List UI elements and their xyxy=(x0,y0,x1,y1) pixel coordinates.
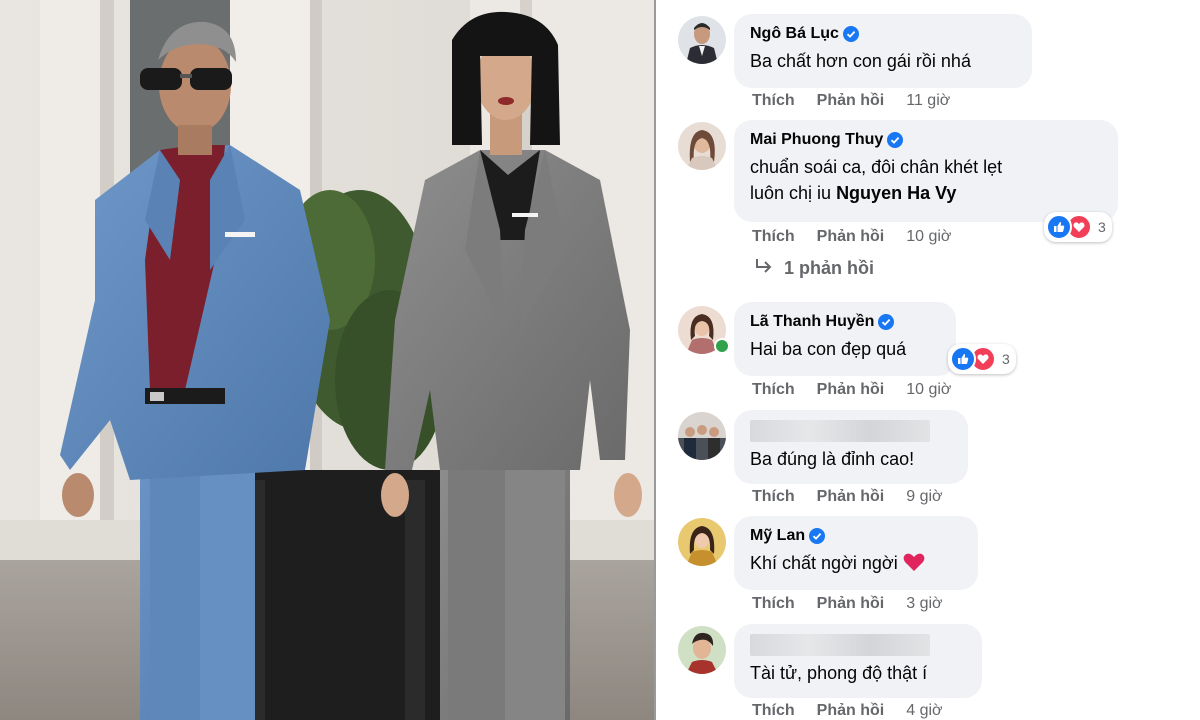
comment-text: Ba chất hơn con gái rồi nhá xyxy=(750,51,971,71)
comment-bubble: Mai Phuong Thuy chuẩn soái ca, đôi chân … xyxy=(734,120,1118,222)
commenter-name[interactable]: Mai Phuong Thuy xyxy=(750,130,883,150)
comment-text: Hai ba con đẹp quá xyxy=(750,339,907,359)
view-replies-button[interactable]: 1 phản hồi xyxy=(754,258,874,279)
reply-button[interactable]: Phản hồi xyxy=(817,702,885,720)
comment-text-part: Khí chất ngời ngời xyxy=(750,553,903,573)
comment-text: chuẩn soái ca, đôi chân khét lẹt luôn ch… xyxy=(750,154,1102,206)
comment-time[interactable]: 4 giờ xyxy=(906,702,942,720)
reply-arrow-icon xyxy=(754,258,774,279)
comment-text: Tài tử, phong độ thật í xyxy=(750,663,928,683)
comment-actions: Thích Phản hồi 10 giờ xyxy=(752,228,951,246)
reply-button[interactable]: Phản hồi xyxy=(817,381,885,399)
like-button[interactable]: Thích xyxy=(752,595,795,613)
comment-bubble: Mỹ Lan Khí chất ngời ngời xyxy=(734,516,978,590)
avatar[interactable] xyxy=(678,412,726,460)
comment-time[interactable]: 3 giờ xyxy=(906,595,942,613)
avatar[interactable] xyxy=(678,518,726,566)
reaction-summary[interactable]: 3 xyxy=(1044,212,1112,242)
like-button[interactable]: Thích xyxy=(752,228,795,246)
comment-bubble: Ngô Bá Lục Ba chất hơn con gái rồi nhá xyxy=(734,14,1032,88)
comment-actions: Thích Phản hồi 3 giờ xyxy=(752,595,943,613)
heart-emoji-icon xyxy=(903,553,925,573)
comment-time[interactable]: 10 giờ xyxy=(906,381,951,399)
comment-text-part: luôn chị iu xyxy=(750,183,837,203)
fashion-photo xyxy=(0,0,654,720)
online-status-indicator xyxy=(714,338,730,354)
comment-text-line: chuẩn soái ca, đôi chân khét lẹt xyxy=(750,157,1003,177)
comment-text: Ba đúng là đỉnh cao! xyxy=(750,449,915,469)
like-button[interactable]: Thích xyxy=(752,381,795,399)
comment-actions: Thích Phản hồi 9 giờ xyxy=(752,488,943,506)
reaction-count: 3 xyxy=(1002,351,1010,367)
reply-button[interactable]: Phản hồi xyxy=(817,92,885,110)
comment-actions: Thích Phản hồi 10 giờ xyxy=(752,381,951,399)
commenter-name[interactable]: Ngô Bá Lục xyxy=(750,24,839,44)
comment-time[interactable]: 11 giờ xyxy=(906,92,950,110)
like-button[interactable]: Thích xyxy=(752,702,795,720)
like-reaction-icon xyxy=(1046,214,1072,240)
avatar[interactable] xyxy=(678,122,726,170)
reaction-summary[interactable]: 3 xyxy=(948,344,1016,374)
avatar[interactable] xyxy=(678,16,726,64)
reply-button[interactable]: Phản hồi xyxy=(817,595,885,613)
comment-feed: Ngô Bá Lục Ba chất hơn con gái rồi nhá T… xyxy=(656,0,1200,720)
reply-button[interactable]: Phản hồi xyxy=(817,228,885,246)
comment-bubble: Lã Thanh Huyền Hai ba con đẹp quá xyxy=(734,302,956,376)
reply-button[interactable]: Phản hồi xyxy=(817,488,885,506)
verified-badge-icon xyxy=(842,26,859,42)
replies-count: 1 phản hồi xyxy=(784,258,874,278)
like-button[interactable]: Thích xyxy=(752,488,795,506)
commenter-name[interactable]: Lã Thanh Huyền xyxy=(750,312,874,332)
blurred-commenter-name xyxy=(750,420,930,442)
verified-badge-icon xyxy=(887,132,904,148)
avatar[interactable] xyxy=(678,626,726,674)
comment-bubble: Tài tử, phong độ thật í xyxy=(734,624,982,698)
verified-badge-icon xyxy=(878,314,895,330)
reaction-count: 3 xyxy=(1098,219,1106,235)
comment-text-line: luôn chị iu Nguyen Ha Vy xyxy=(750,180,1102,206)
comment-time[interactable]: 10 giờ xyxy=(906,228,951,246)
verified-badge-icon xyxy=(809,528,826,544)
comment-bubble: Ba đúng là đỉnh cao! xyxy=(734,410,968,484)
comment-actions: Thích Phản hồi 11 giờ xyxy=(752,92,950,110)
comment-actions: Thích Phản hồi 4 giờ xyxy=(752,702,943,720)
blurred-commenter-name xyxy=(750,634,930,656)
commenter-name[interactable]: Mỹ Lan xyxy=(750,526,805,546)
like-reaction-icon xyxy=(950,346,976,372)
comment-time[interactable]: 9 giờ xyxy=(906,488,942,506)
mention-link[interactable]: Nguyen Ha Vy xyxy=(836,183,956,203)
comment-text: Khí chất ngời ngời xyxy=(750,550,962,576)
like-button[interactable]: Thích xyxy=(752,92,795,110)
